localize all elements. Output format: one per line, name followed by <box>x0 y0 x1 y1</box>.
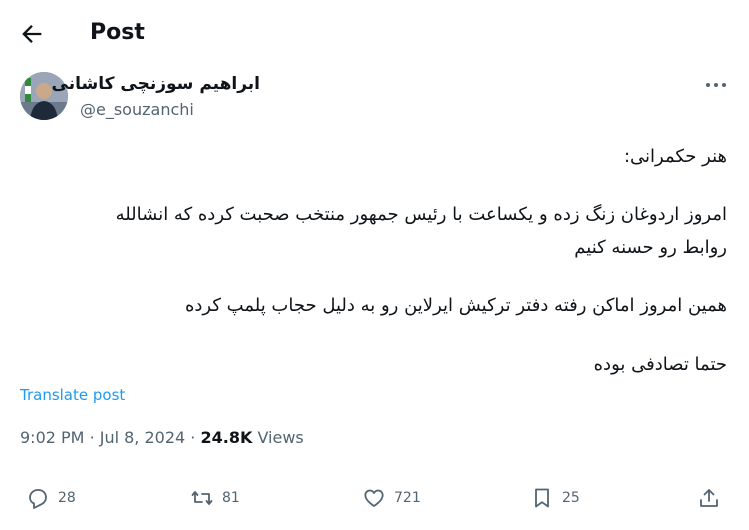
post-time[interactable]: 9:02 PM <box>20 428 84 447</box>
separator: · <box>89 428 100 447</box>
bookmark-icon <box>535 488 549 508</box>
post-text-line: همین امروز اماکن رفته دفتر ترکیش ایرلاین… <box>184 295 727 316</box>
views-label: Views <box>257 428 304 447</box>
heart-icon <box>364 489 384 507</box>
separator: · <box>190 428 201 447</box>
post-text-line: روابط رو حسنه کنیم <box>574 237 727 258</box>
translate-post-link[interactable]: Translate post <box>20 386 125 404</box>
bookmark-button[interactable]: 25 <box>530 480 580 516</box>
page-title: Post <box>90 20 145 45</box>
more-icon[interactable] <box>703 74 729 96</box>
post-date[interactable]: Jul 8, 2024 <box>100 428 185 447</box>
repost-count: 81 <box>222 490 240 506</box>
like-count: 721 <box>394 490 421 506</box>
back-arrow-icon[interactable] <box>18 20 46 48</box>
repost-icon <box>191 491 213 505</box>
post-meta: 9:02 PM · Jul 8, 2024 · 24.8K Views <box>20 428 304 447</box>
post-text-line: هنر حکمرانی: <box>623 146 727 167</box>
reply-button[interactable]: 28 <box>26 480 76 516</box>
reply-icon <box>29 489 47 509</box>
post-header: Post <box>0 0 749 64</box>
post-text-line: امروز اردوغان زنگ زده و یکساعت با رئیس ج… <box>115 204 727 225</box>
reply-count: 28 <box>58 490 76 506</box>
author-name[interactable]: ابراهیم سوزنچی کاشانی <box>52 74 260 94</box>
action-bar: 28 81 721 25 <box>0 480 749 520</box>
like-button[interactable]: 721 <box>362 480 421 516</box>
views-count: 24.8K <box>200 428 253 447</box>
repost-button[interactable]: 81 <box>190 480 240 516</box>
bookmark-count: 25 <box>562 490 580 506</box>
share-button[interactable] <box>697 480 729 516</box>
author-handle[interactable]: @e_souzanchi <box>80 100 194 119</box>
share-icon <box>700 489 718 507</box>
post-text-line: حتما تصادفی بوده <box>593 354 727 375</box>
